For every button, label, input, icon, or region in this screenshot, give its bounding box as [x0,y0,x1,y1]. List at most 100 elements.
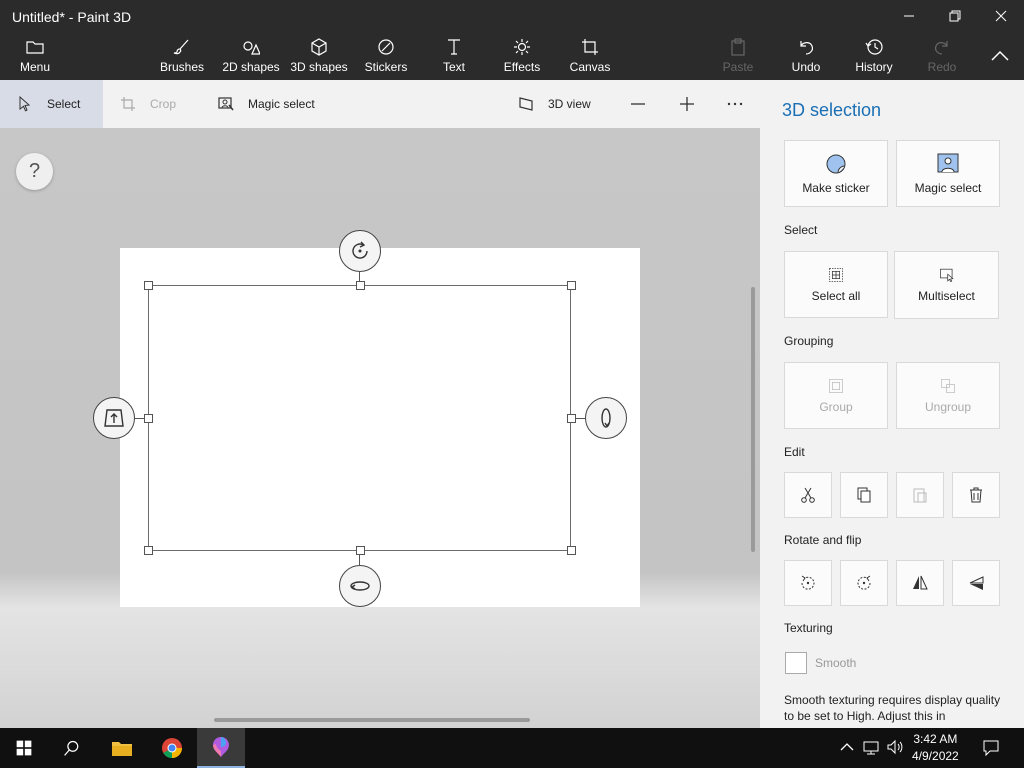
zoom-in-button[interactable] [679,80,695,128]
magic-select-tool-button[interactable]: Magic select [218,80,315,128]
copy-icon [857,487,871,503]
paste-panel-button[interactable] [896,472,944,518]
crop-icon [121,97,135,111]
paste-button[interactable]: Paste [722,38,754,78]
resize-handle-top-left[interactable] [144,281,153,290]
menu-button[interactable]: Menu [18,38,52,78]
chrome-taskbar-button[interactable] [148,728,196,768]
windows-logo-icon [16,740,32,756]
panel-title: 3D selection [782,100,882,120]
canvas-icon [582,39,598,55]
horizontal-scrollbar[interactable] [214,718,530,722]
rotate-x-handle[interactable] [585,397,627,439]
select-section-label: Select [784,223,818,237]
resize-handle-bottom-left[interactable] [144,546,153,555]
magic-select-icon [218,97,234,111]
folder-icon [112,742,132,756]
select-tool-button[interactable]: Select [17,80,80,128]
zoom-out-button[interactable] [630,80,646,128]
shapes-2d-button[interactable]: 2D shapes [222,38,280,78]
paint-3d-icon [213,737,229,757]
smooth-label: Smooth [815,656,857,670]
redo-button[interactable]: Redo [926,38,958,78]
rotate-section-label: Rotate and flip [784,533,862,547]
cursor-icon [19,96,31,112]
brushes-button[interactable]: Brushes [158,38,206,78]
undo-button[interactable]: Undo [790,38,822,78]
smooth-checkbox[interactable] [785,652,807,674]
chevron-up-icon[interactable] [838,738,856,756]
resize-handle-left[interactable] [144,414,153,423]
flip-horizontal-icon [913,575,928,590]
sun-icon [514,39,530,55]
3d-view-icon [519,97,533,111]
paint-3d-taskbar-button[interactable] [197,728,245,768]
help-button[interactable]: ? [16,153,53,190]
history-icon [865,39,883,55]
chevron-up-icon[interactable] [986,44,1014,68]
text-button[interactable]: Text [440,38,468,78]
vertical-scrollbar[interactable] [751,287,755,552]
group-button[interactable]: Group [784,362,888,429]
resize-handle-bottom-right[interactable] [567,546,576,555]
network-icon[interactable] [862,738,880,756]
restore-icon [949,10,961,22]
volume-icon[interactable] [886,738,904,756]
select-all-button[interactable]: Select all [784,251,888,318]
rotate-right-icon [857,575,871,590]
minimize-button[interactable] [886,2,932,30]
edit-section-label: Edit [784,445,805,459]
plus-icon [680,97,694,111]
rotate-x-icon [601,408,611,428]
flip-horizontal-button[interactable] [896,560,944,606]
magic-select-panel-button[interactable]: Magic select [896,140,1000,207]
rotate-left-button[interactable] [784,560,832,606]
multiselect-icon [939,268,954,282]
effects-button[interactable]: Effects [503,38,541,78]
undo-icon [800,41,814,55]
rotate-right-button[interactable] [840,560,888,606]
top-toolbar: Untitled* - Paint 3D Menu Brushes 2D sha… [0,0,1024,80]
copy-button[interactable] [840,472,888,518]
minimize-icon [904,15,914,17]
make-sticker-button[interactable]: Make sticker [784,140,888,207]
redo-icon [934,41,948,55]
magic-select-icon [937,153,959,172]
3d-view-toggle[interactable]: 3D view [518,80,591,128]
flip-vertical-button[interactable] [952,560,1000,606]
delete-button[interactable] [952,472,1000,518]
taskbar: 3:42 AM 4/9/2022 [0,728,1024,768]
start-button[interactable] [0,728,48,768]
notifications-icon[interactable] [982,739,1000,757]
selection-box[interactable] [148,285,571,551]
rotate-z-handle[interactable] [339,230,381,272]
3d-selection-panel: 3D selection Make sticker Magic select S… [760,80,1024,728]
rotate-z-icon [352,241,368,259]
shapes-3d-button[interactable]: 3D shapes [290,38,348,78]
rotate-y-handle[interactable] [339,565,381,607]
canvas-button[interactable]: Canvas [569,38,611,78]
resize-handle-top-right[interactable] [567,281,576,290]
restore-button[interactable] [932,2,978,30]
system-clock[interactable]: 3:42 AM 4/9/2022 [912,731,959,765]
cut-button[interactable] [784,472,832,518]
brush-icon [173,39,189,55]
resize-handle-bottom[interactable] [356,546,365,555]
resize-handle-top[interactable] [356,281,365,290]
more-options-button[interactable] [727,80,743,128]
depth-handle[interactable] [93,397,135,439]
close-button[interactable] [978,2,1024,30]
minus-icon [631,103,645,105]
history-button[interactable]: History [854,38,894,78]
resize-handle-right[interactable] [567,414,576,423]
stickers-button[interactable]: Stickers [364,38,408,78]
file-explorer-taskbar-button[interactable] [98,728,146,768]
trash-icon [970,487,982,503]
search-button[interactable] [48,728,96,768]
flip-vertical-icon [969,576,984,590]
ungroup-icon [941,378,955,393]
chrome-icon [162,738,182,759]
multiselect-button[interactable]: Multiselect [894,251,999,319]
ungroup-button[interactable]: Ungroup [896,362,1000,429]
crop-tool-button[interactable]: Crop [120,80,176,128]
